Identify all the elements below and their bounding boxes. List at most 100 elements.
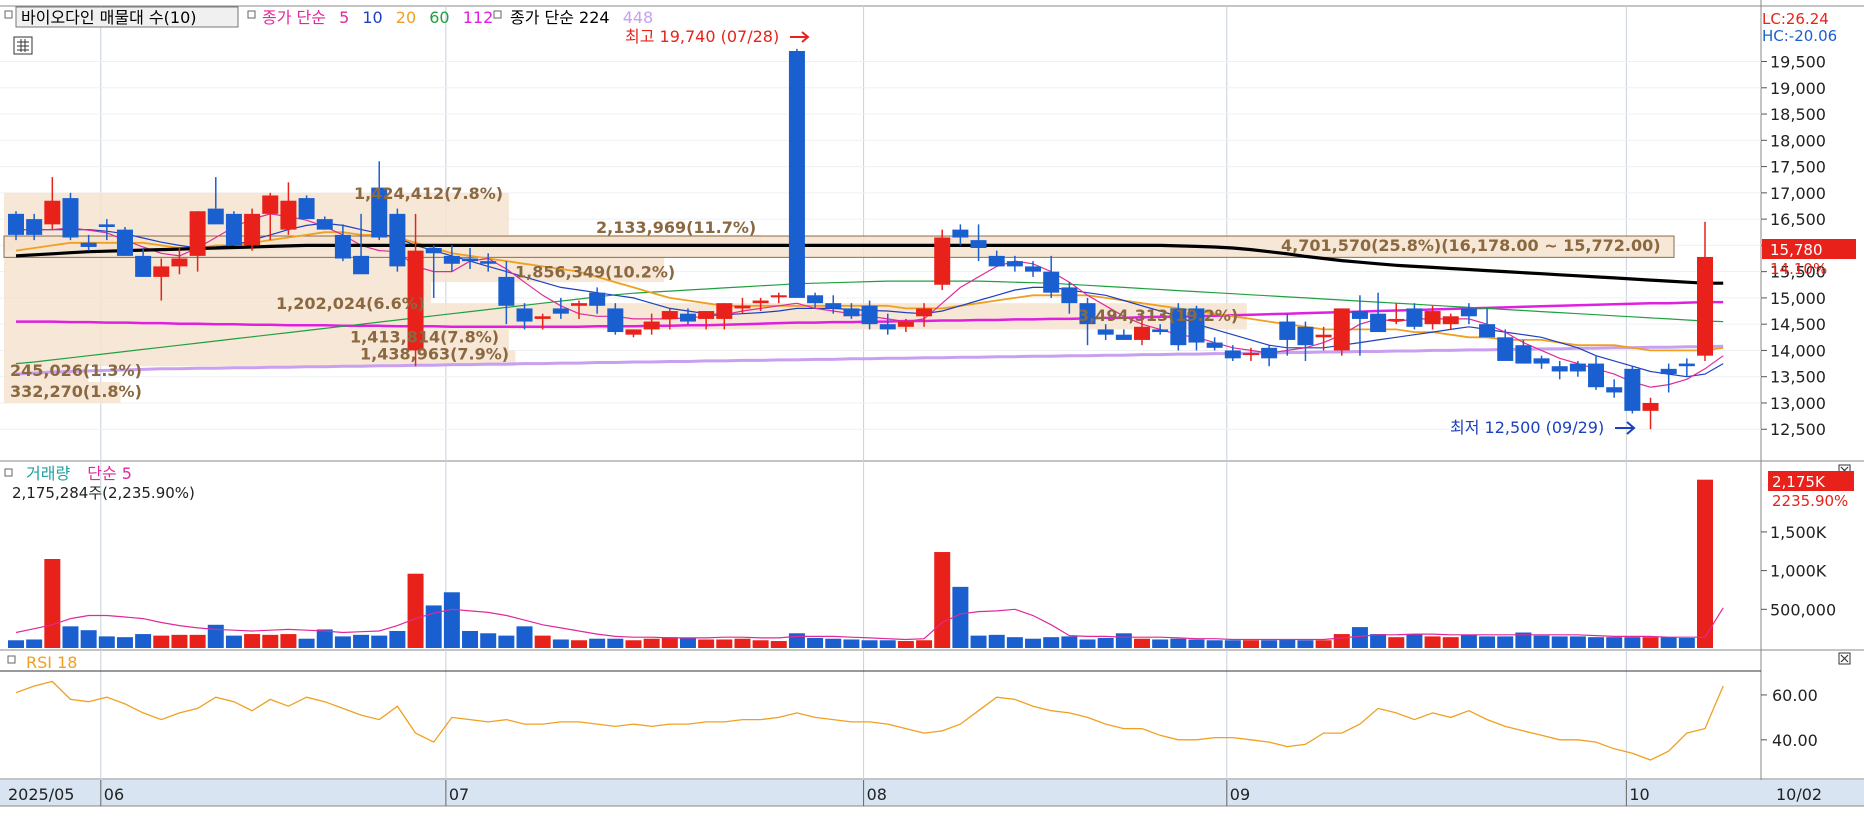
volume-profile-label: 3,494,313(19.2%) [1078,306,1238,325]
volume-bar [1170,638,1187,648]
candle-body [480,261,497,264]
candle-body [1624,368,1641,411]
candle-body [116,229,133,256]
volume-bar [679,637,696,648]
candle-body [1533,358,1550,364]
volume-bar [625,640,642,648]
price-tick-label: 13,000 [1770,394,1826,413]
volume-bar [1660,637,1677,648]
candle-body [807,295,824,304]
candle-body [1006,261,1023,267]
x-axis-label: 07 [449,785,469,804]
volume-bar [1206,640,1223,648]
volume-bar [1697,479,1713,648]
candle-body [280,200,297,230]
candle-body [571,303,587,306]
volume-bar [788,633,805,648]
price-tick-label: 13,500 [1770,368,1826,387]
volume-bar [62,626,79,648]
rsi-legend-label[interactable]: RSI 18 [26,653,77,672]
candle-body [970,240,987,249]
volume-bar [189,634,206,648]
candle-body [1061,287,1078,304]
volume-bar [1134,638,1150,648]
volume-bar [1297,640,1314,648]
volume-bar [1588,637,1605,648]
x-axis-right-label: 10/02 [1776,785,1822,804]
candle-body [988,255,1005,267]
volume-bar [371,635,388,648]
candle-body [153,266,170,277]
volume-bar [8,640,24,648]
volume-bar [26,639,43,648]
legend-ma448: 448 [623,8,654,27]
volume-bar [661,637,678,648]
candle-body [1551,366,1568,372]
price-tick-label: 15,000 [1770,289,1826,308]
volume-bar [807,637,824,648]
current-pct-label: 14.10% [1770,260,1827,278]
candle-body [770,295,787,298]
volume-bar [988,634,1005,648]
volume-pct-label: 2235.90% [1772,492,1848,510]
candle-body [498,276,515,306]
volume-bar [571,640,587,648]
volume-bar [843,639,860,648]
lc-label: LC:26.24 [1762,10,1829,28]
x-axis-label: 06 [104,785,124,804]
volume-bar [353,634,370,648]
volume-bar [1188,639,1205,648]
candle-body [26,219,43,235]
hc-label: HC:-20.06 [1762,27,1837,45]
candle-body [1297,326,1314,346]
volume-bar [1351,627,1368,648]
volume-bar [280,634,297,648]
candle-body [1406,308,1423,327]
volume-bar [1025,638,1042,648]
volume-bar [244,634,261,648]
volume-bar [116,637,133,648]
volume-bar [607,638,624,648]
candle-body [389,213,406,267]
price-tick-label: 14,000 [1770,341,1826,360]
volume-bar [1569,636,1586,648]
volume-bar [861,640,878,648]
candle-body [1261,347,1278,359]
volume-profile-label: 1,413,814(7.8%) [350,327,499,346]
volume-tick-label: 1,500K [1770,523,1827,542]
volume-bar [1097,637,1114,648]
volume-bar [225,635,242,648]
volume-bar [407,573,424,648]
volume-profile-label: 2,133,969(11.7%) [596,218,756,237]
candle-body [825,303,842,309]
candle-body [244,213,261,246]
volume-profile-label: 332,270(1.8%) [10,382,142,401]
x-axis-label: 09 [1230,785,1250,804]
volume-bar [1442,637,1459,648]
volume-bar [734,638,751,648]
candle-body [1424,311,1441,325]
candle-body [1588,363,1605,388]
stock-chart[interactable]: 1,424,412(7.8%) 2,133,969(11.7%) 4,701,570… [0,0,1864,816]
candle-body [861,305,878,325]
price-tick-label: 19,500 [1770,53,1826,72]
legend-ma10: 10 [362,8,382,27]
candle-body [443,255,460,264]
candle-body [843,308,860,317]
volume-bar [1479,636,1496,648]
candle-body [952,229,969,238]
volume-info: 2,175,284주(2,235.90%) [12,484,195,502]
volume-bar [643,638,660,648]
volume-bar [153,635,170,648]
volume-bar [1115,633,1132,648]
legend-title[interactable]: 바이오다인 매물대 수(10) [21,8,197,27]
candle-body [1460,308,1477,317]
candle-body [1333,308,1350,351]
x-axis-label: 08 [867,785,887,804]
volume-profile-label: 1,438,963(7.9%) [360,345,509,364]
candle-body [1224,350,1241,359]
candle-body [698,311,715,319]
legend-ma2-label[interactable]: 종가 단순 224 448 [510,8,653,27]
candle-body [334,234,351,259]
volume-bar [1315,640,1332,648]
